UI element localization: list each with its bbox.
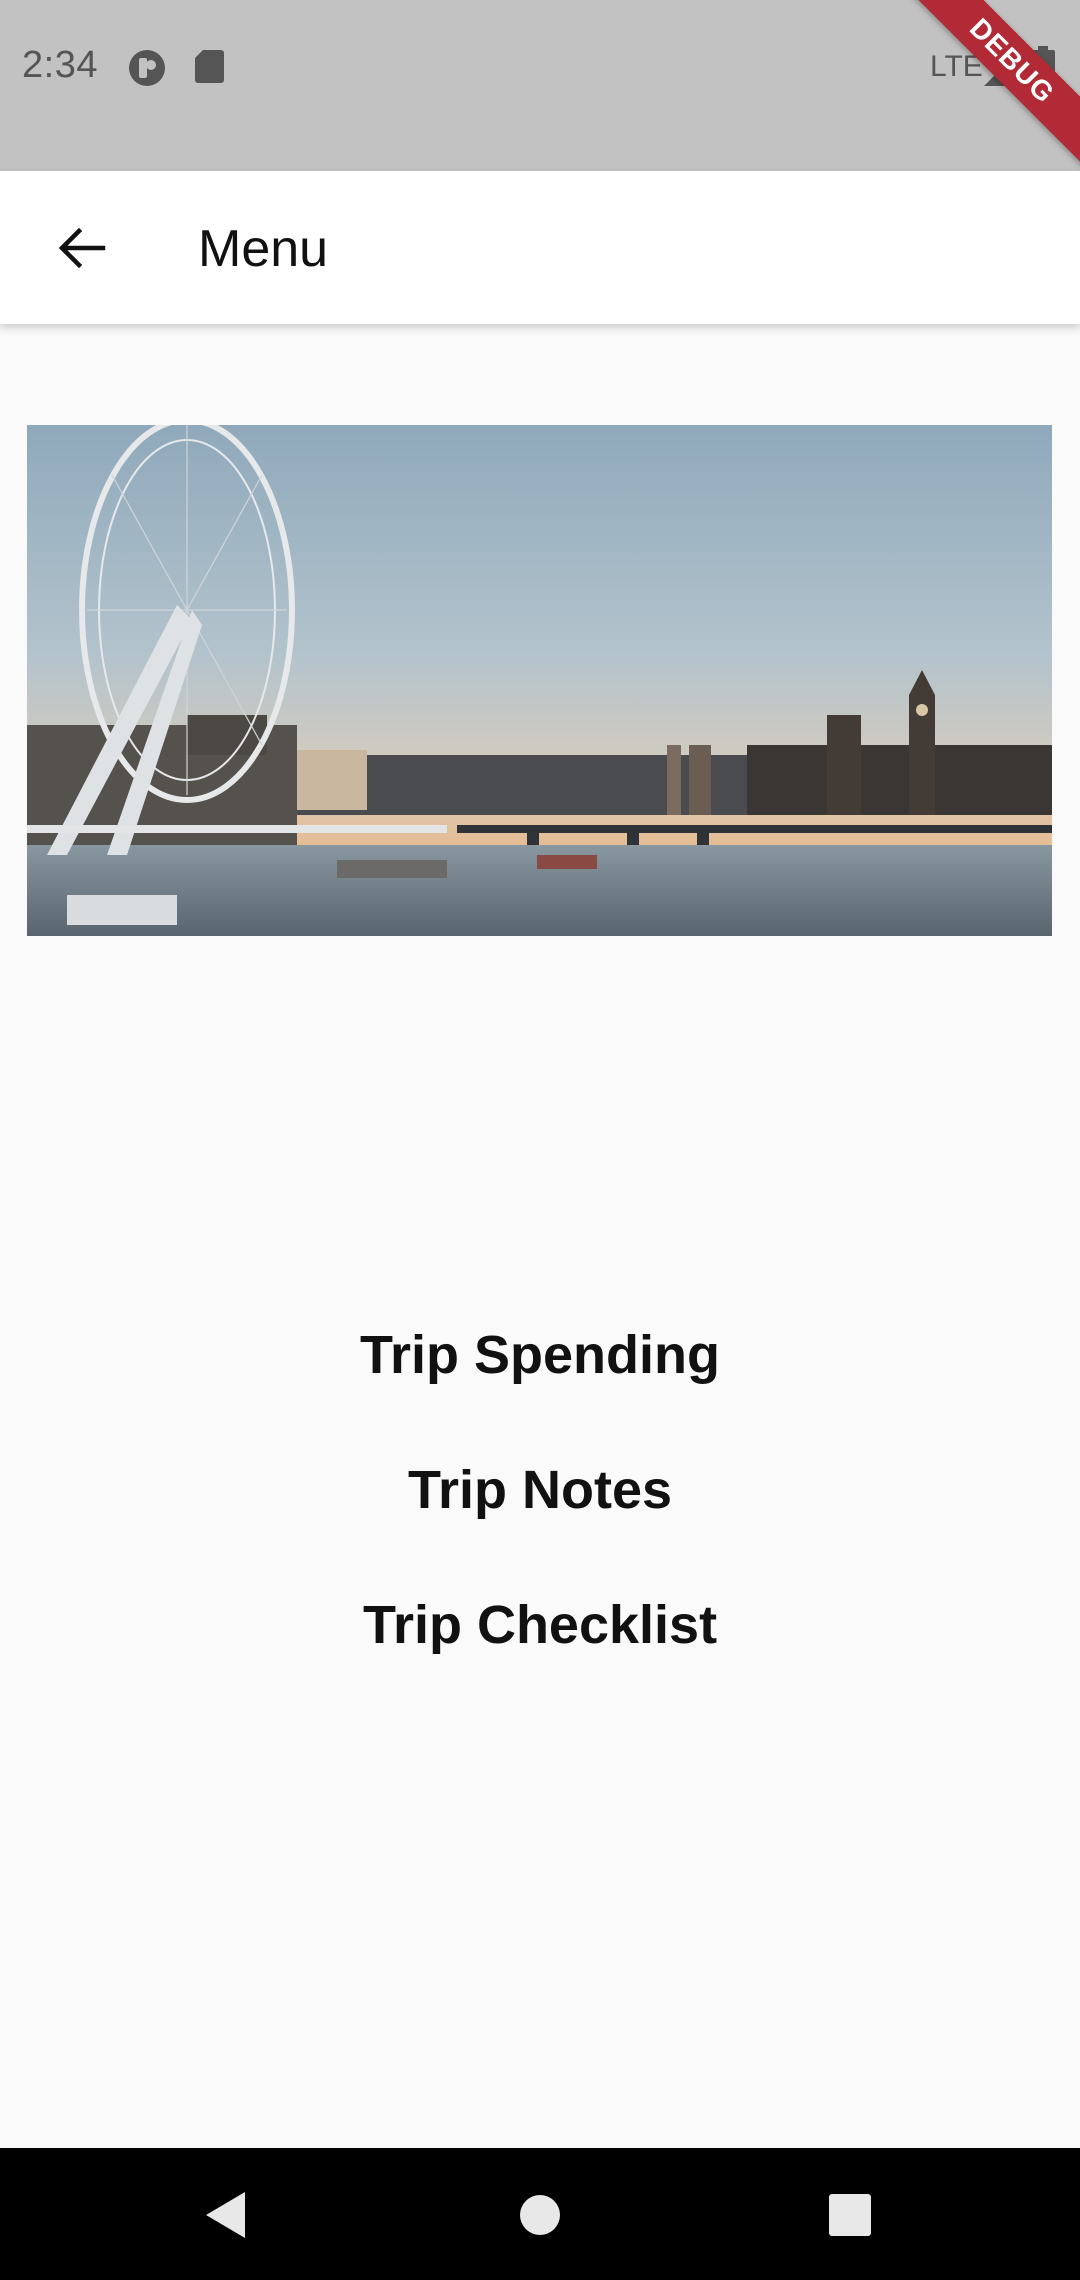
hero-image <box>27 425 1052 936</box>
menu-item-trip-spending[interactable]: Trip Spending <box>360 1300 720 1435</box>
menu-list: Trip Spending Trip Notes Trip Checklist <box>0 1300 1080 1705</box>
london-skyline-photo <box>27 425 1052 936</box>
arrow-back-icon <box>58 227 106 269</box>
nav-home-icon[interactable] <box>505 2180 575 2250</box>
app-notification-icon <box>129 50 165 86</box>
status-time: 2:34 <box>22 44 98 86</box>
status-bar: 2:34 LTE DEBUG <box>0 0 1080 171</box>
system-nav-bar <box>0 2148 1080 2280</box>
back-button[interactable] <box>36 203 126 293</box>
nav-recents-icon[interactable] <box>815 2180 885 2250</box>
menu-item-trip-notes[interactable]: Trip Notes <box>408 1435 672 1570</box>
app-bar: Menu <box>0 171 1080 324</box>
sd-card-icon <box>195 50 224 83</box>
page-title: Menu <box>198 220 329 278</box>
nav-back-icon[interactable] <box>190 2180 260 2250</box>
menu-item-trip-checklist[interactable]: Trip Checklist <box>363 1570 717 1705</box>
